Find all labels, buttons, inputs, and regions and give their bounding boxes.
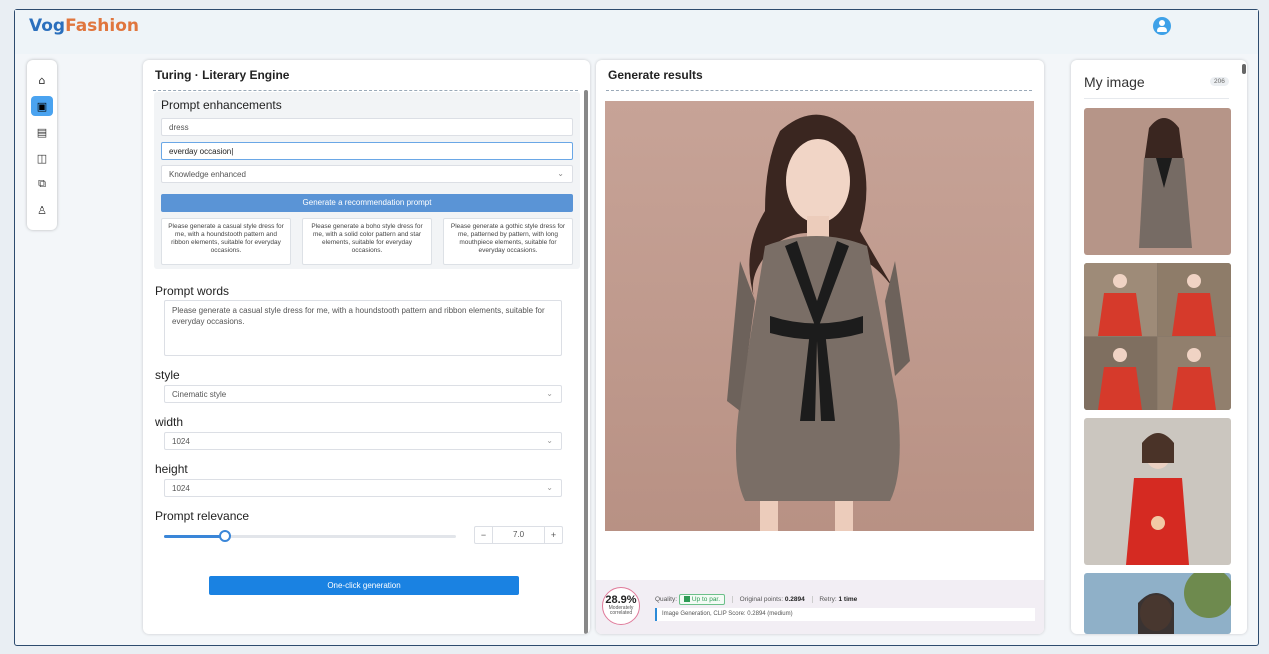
generated-image-figure xyxy=(727,114,910,531)
thumbnail-figure xyxy=(1126,433,1189,565)
chevron-down-icon: ⌄ xyxy=(546,483,553,492)
quality-badge: Up to par. xyxy=(678,594,726,605)
user-avatar-icon[interactable] xyxy=(1153,17,1171,35)
retry-value: 1 time xyxy=(838,596,858,603)
style-value: Cinematic style xyxy=(172,390,227,399)
divider xyxy=(153,90,578,91)
keyword-input[interactable]: dress xyxy=(161,118,573,136)
enhancement-mode-value: Knowledge enhanced xyxy=(169,170,246,179)
layers-icon[interactable]: ◫ xyxy=(31,148,53,168)
results-panel: Generate results 28.9% Moderately correl… xyxy=(596,60,1044,634)
relevance-score-ring: 28.9% Moderately correlated xyxy=(602,587,640,625)
generated-image[interactable] xyxy=(605,101,1034,531)
height-value: 1024 xyxy=(172,484,190,493)
prompt-textarea[interactable]: Please generate a casual style dress for… xyxy=(164,300,562,356)
copy-icon[interactable]: ⧉ xyxy=(31,174,53,194)
logo-part-fashion: Fashion xyxy=(65,16,139,36)
prompt-relevance-label: Prompt relevance xyxy=(155,509,250,523)
suggestion-card[interactable]: Please generate a boho style dress for m… xyxy=(302,218,432,265)
home-icon[interactable]: ⌂ xyxy=(31,70,53,90)
relevance-value[interactable]: 7.0 xyxy=(493,527,544,543)
side-nav: ⌂ ▣ ▤ ◫ ⧉ ♙ xyxy=(27,60,57,230)
user-settings-icon[interactable]: ♙ xyxy=(31,200,53,220)
width-select[interactable]: 1024 ⌄ xyxy=(164,432,562,450)
image-thumbnail[interactable] xyxy=(1084,263,1231,410)
one-click-generation-button[interactable]: One-click generation xyxy=(209,576,519,595)
enhancements-title: Prompt enhancements xyxy=(161,98,282,112)
check-icon xyxy=(683,596,690,603)
style-select[interactable]: Cinematic style ⌄ xyxy=(164,385,562,403)
decrement-button[interactable]: − xyxy=(475,527,493,543)
separator xyxy=(811,595,813,603)
thumbnail-figure xyxy=(1084,263,1231,410)
divider xyxy=(606,90,1032,91)
separator xyxy=(731,595,733,603)
panel-title: Turing · Literary Engine xyxy=(155,68,290,82)
relevance-slider[interactable] xyxy=(164,530,456,542)
chevron-down-icon: ⌄ xyxy=(546,436,553,445)
occasion-input-value: everday occasion xyxy=(169,147,232,156)
height-select[interactable]: 1024 ⌄ xyxy=(164,479,562,497)
style-label: style xyxy=(155,368,180,382)
logo-part-vog: Vog xyxy=(29,16,66,36)
original-points-value: 0.2894 xyxy=(784,596,805,603)
image-thumbnail[interactable] xyxy=(1084,108,1231,255)
thumbnail-figure xyxy=(1139,118,1192,248)
score-bar: 28.9% Moderately correlated Quality: Up … xyxy=(596,580,1044,634)
width-label: width xyxy=(155,415,184,429)
suggestion-card[interactable]: Please generate a casual style dress for… xyxy=(161,218,291,265)
chevron-down-icon: ⌄ xyxy=(557,169,564,178)
increment-button[interactable]: + xyxy=(544,527,562,543)
scrollbar[interactable] xyxy=(1242,64,1246,74)
gallery-icon[interactable]: ▤ xyxy=(31,122,53,142)
results-title: Generate results xyxy=(608,68,703,82)
score-details: Quality: Up to par. Original points: 0.2… xyxy=(655,594,857,605)
height-label: height xyxy=(155,462,188,476)
suggestion-card[interactable]: Please generate a gothic style dress for… xyxy=(443,218,573,265)
divider xyxy=(1084,98,1229,99)
scrollbar[interactable] xyxy=(584,90,588,634)
retry-label: Retry: xyxy=(819,596,837,603)
prompt-enhancements-box: Prompt enhancements dress everday occasi… xyxy=(154,92,580,269)
quality-badge-text: Up to par. xyxy=(691,596,721,603)
my-image-panel: My image 206 xyxy=(1071,60,1247,634)
thumbnail-figure xyxy=(1138,573,1231,634)
clip-score-text: Image Generation, CLIP Score: 0.2894 (me… xyxy=(655,608,1035,621)
chevron-down-icon: ⌄ xyxy=(546,389,553,398)
my-image-title: My image xyxy=(1084,74,1145,90)
slider-fill xyxy=(164,535,226,538)
image-count-badge: 206 xyxy=(1210,77,1229,86)
slider-handle[interactable] xyxy=(219,530,232,542)
enhancement-mode-select[interactable]: Knowledge enhanced ⌄ xyxy=(161,165,573,183)
original-points-label: Original points: xyxy=(739,596,784,603)
app-window: VogFashion ⌂ ▣ ▤ ◫ ⧉ ♙ Turing · Literary… xyxy=(14,9,1259,646)
image-gen-icon[interactable]: ▣ xyxy=(31,96,53,116)
top-bar: VogFashion xyxy=(15,10,1258,54)
image-thumbnail[interactable] xyxy=(1084,573,1231,634)
prompt-words-label: Prompt words xyxy=(155,284,230,298)
prompt-panel: Turing · Literary Engine Prompt enhancem… xyxy=(143,60,590,634)
image-thumbnail[interactable] xyxy=(1084,418,1231,565)
logo[interactable]: VogFashion xyxy=(29,16,139,36)
generate-recommendation-button[interactable]: Generate a recommendation prompt xyxy=(161,194,573,212)
quality-label: Quality: xyxy=(655,596,678,603)
score-description: Moderately correlated xyxy=(608,605,634,616)
occasion-input[interactable]: everday occasion| xyxy=(161,142,573,160)
width-value: 1024 xyxy=(172,437,190,446)
relevance-stepper[interactable]: − 7.0 + xyxy=(474,526,563,544)
